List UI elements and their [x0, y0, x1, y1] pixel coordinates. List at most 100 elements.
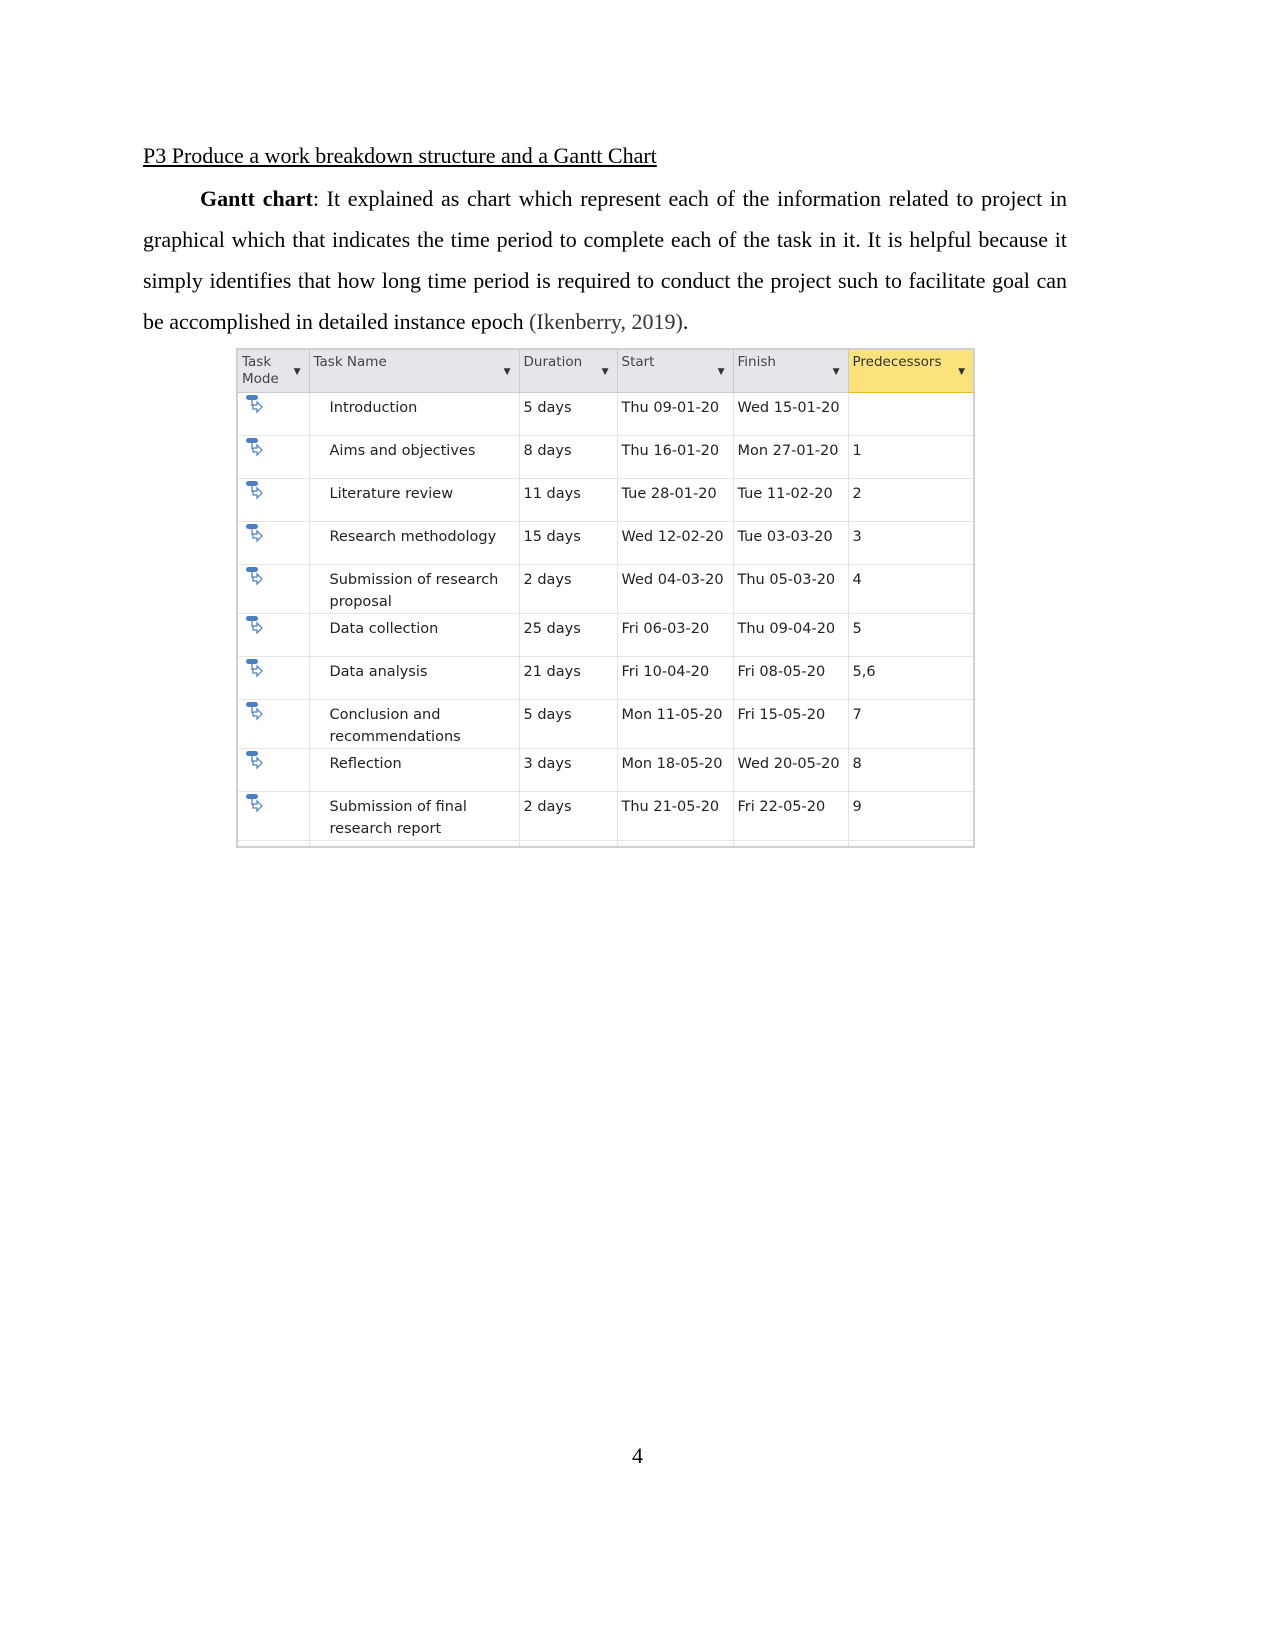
predecessors-cell[interactable]: 2: [847, 478, 975, 522]
duration-cell[interactable]: 5 days: [518, 699, 618, 749]
finish-cell[interactable]: Thu 05-03-20: [732, 564, 849, 614]
duration-cell[interactable]: 25 days: [518, 613, 618, 657]
gantt-task-table: Task Mode ▼ Task Name ▼ Duration ▼ Start ▼ Finis…: [236, 348, 975, 848]
start-cell[interactable]: Wed 04-03-20: [616, 564, 734, 614]
start-cell[interactable]: Thu 09-01-20: [616, 392, 734, 436]
predecessors-cell[interactable]: 9: [847, 791, 975, 841]
predecessors-cell[interactable]: 5,6: [847, 656, 975, 700]
task-name-cell[interactable]: Aims and objectives: [308, 435, 520, 479]
finish-cell[interactable]: Wed 20-05-20: [732, 748, 849, 792]
task-row[interactable]: Conclusion and recommendations 5 days Mon …: [236, 699, 975, 749]
task-mode-cell: [236, 613, 310, 657]
auto-scheduled-task-icon: [242, 794, 305, 826]
predecessors-cell[interactable]: 4: [847, 564, 975, 614]
column-header-finish[interactable]: Finish ▼: [732, 348, 849, 393]
start-cell[interactable]: Wed 12-02-20: [616, 521, 734, 565]
auto-scheduled-task-icon: [242, 395, 305, 427]
task-mode-cell: [236, 392, 310, 436]
start-cell[interactable]: Mon 11-05-20: [616, 699, 734, 749]
start-cell[interactable]: Fri 06-03-20: [616, 613, 734, 657]
column-header-task-mode[interactable]: Task Mode ▼: [236, 348, 310, 393]
column-header-task-name[interactable]: Task Name ▼: [308, 348, 520, 393]
task-row[interactable]: Submission of research proposal 2 days Wed…: [236, 564, 975, 614]
task-name-cell[interactable]: Submission of research proposal: [308, 564, 520, 614]
start-cell[interactable]: Mon 18-05-20: [616, 748, 734, 792]
task-row[interactable]: Literature review 11 days Tue 28-01-20 Tue …: [236, 478, 975, 522]
column-label: Finish: [737, 354, 776, 370]
dropdown-arrow-icon[interactable]: ▼: [833, 364, 840, 381]
citation: (Ikenberry, 2019): [529, 309, 683, 334]
start-cell[interactable]: Fri 10-04-20: [616, 656, 734, 700]
task-name-cell[interactable]: Research methodology: [308, 521, 520, 565]
task-row[interactable]: Submission of final research report 2 day…: [236, 791, 975, 841]
task-mode-cell: [236, 478, 310, 522]
dropdown-arrow-icon[interactable]: ▼: [504, 364, 511, 381]
page-number: 4: [632, 1443, 643, 1468]
finish-cell[interactable]: Mon 27-01-20: [732, 435, 849, 479]
task-row[interactable]: Aims and objectives 8 days Thu 16-01-20 Mon…: [236, 435, 975, 479]
auto-scheduled-task-icon: [242, 751, 305, 783]
finish-cell[interactable]: Tue 11-02-20: [732, 478, 849, 522]
column-label: Predecessors: [852, 354, 942, 370]
task-row[interactable]: Introduction 5 days Thu 09-01-20 Wed 15-01-…: [236, 392, 975, 436]
column-header-duration[interactable]: Duration ▼: [518, 348, 618, 393]
dropdown-arrow-icon[interactable]: ▼: [294, 364, 301, 381]
auto-scheduled-task-icon: [242, 702, 305, 734]
task-mode-cell: [236, 699, 310, 749]
dropdown-arrow-icon[interactable]: ▼: [958, 364, 965, 381]
duration-cell[interactable]: 3 days: [518, 748, 618, 792]
start-cell[interactable]: Thu 16-01-20: [616, 435, 734, 479]
task-mode-cell: [236, 748, 310, 792]
duration-cell[interactable]: 8 days: [518, 435, 618, 479]
auto-scheduled-task-icon: [242, 438, 305, 470]
column-header-start[interactable]: Start ▼: [616, 348, 734, 393]
finish-cell[interactable]: Fri 22-05-20: [732, 791, 849, 841]
finish-cell[interactable]: Wed 15-01-20: [732, 392, 849, 436]
finish-cell[interactable]: Fri 08-05-20: [732, 656, 849, 700]
gantt-paragraph: Gantt chart: It explained as chart which…: [143, 178, 1067, 342]
finish-cell[interactable]: Tue 03-03-20: [732, 521, 849, 565]
task-mode-cell: [236, 435, 310, 479]
task-name-cell[interactable]: Submission of final research report: [308, 791, 520, 841]
predecessors-cell[interactable]: 7: [847, 699, 975, 749]
predecessors-cell[interactable]: 8: [847, 748, 975, 792]
task-mode-cell: [236, 564, 310, 614]
task-name-cell[interactable]: Introduction: [308, 392, 520, 436]
predecessors-cell[interactable]: [847, 392, 975, 436]
finish-cell[interactable]: Fri 15-05-20: [732, 699, 849, 749]
duration-cell[interactable]: 15 days: [518, 521, 618, 565]
auto-scheduled-task-icon: [242, 616, 305, 648]
auto-scheduled-task-icon: [242, 524, 305, 556]
predecessors-cell[interactable]: 5: [847, 613, 975, 657]
column-label: Task Mode: [242, 354, 279, 387]
paragraph-end: .: [682, 309, 689, 334]
task-name-cell[interactable]: Conclusion and recommendations: [308, 699, 520, 749]
duration-cell[interactable]: 11 days: [518, 478, 618, 522]
task-row[interactable]: Data collection 25 days Fri 06-03-20 Thu 09…: [236, 613, 975, 657]
duration-cell[interactable]: 2 days: [518, 791, 618, 841]
section-heading: P3 Produce a work breakdown structure an…: [143, 143, 657, 168]
duration-cell[interactable]: 2 days: [518, 564, 618, 614]
finish-cell[interactable]: Thu 09-04-20: [732, 613, 849, 657]
task-row[interactable]: Data analysis 21 days Fri 10-04-20 Fri 08-0…: [236, 656, 975, 700]
dropdown-arrow-icon[interactable]: ▼: [602, 364, 609, 381]
task-name-cell[interactable]: Reflection: [308, 748, 520, 792]
task-name-cell[interactable]: Literature review: [308, 478, 520, 522]
column-header-predecessors[interactable]: Predecessors ▼: [847, 348, 975, 393]
task-mode-cell: [236, 791, 310, 841]
predecessors-cell[interactable]: 3: [847, 521, 975, 565]
task-name-cell[interactable]: Data analysis: [308, 656, 520, 700]
duration-cell[interactable]: 21 days: [518, 656, 618, 700]
auto-scheduled-task-icon: [242, 481, 305, 513]
auto-scheduled-task-icon: [242, 567, 305, 599]
task-row[interactable]: Research methodology 15 days Wed 12-02-20 T…: [236, 521, 975, 565]
start-cell[interactable]: Thu 21-05-20: [616, 791, 734, 841]
dropdown-arrow-icon[interactable]: ▼: [718, 364, 725, 381]
task-name-cell[interactable]: Data collection: [308, 613, 520, 657]
start-cell[interactable]: Tue 28-01-20: [616, 478, 734, 522]
predecessors-cell[interactable]: 1: [847, 435, 975, 479]
task-row[interactable]: Reflection 3 days Mon 18-05-20 Wed 20-05-20…: [236, 748, 975, 792]
column-label: Duration: [523, 354, 583, 370]
duration-cell[interactable]: 5 days: [518, 392, 618, 436]
term-lead: Gantt chart: [200, 186, 313, 211]
